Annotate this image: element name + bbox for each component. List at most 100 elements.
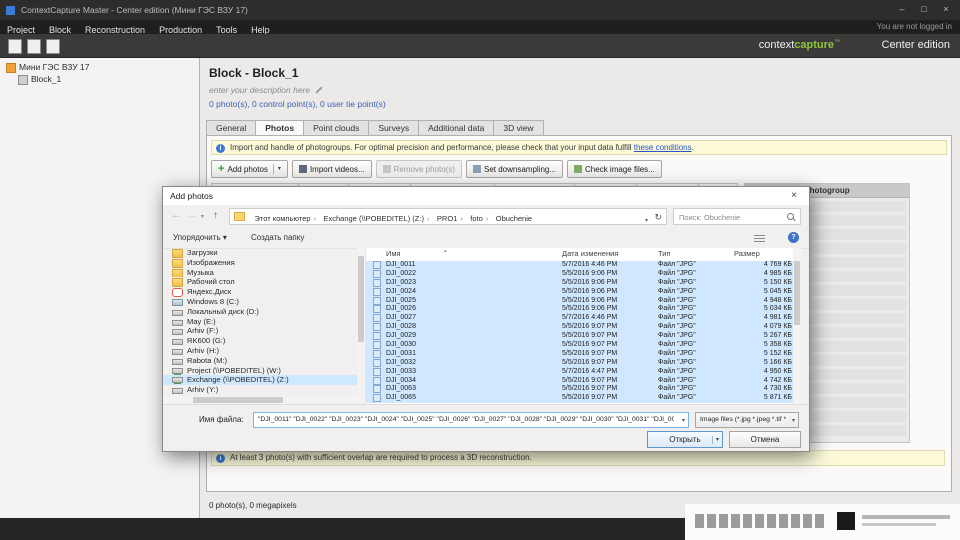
file-row[interactable]: DJI_0063 5/5/2016 9:07 PM Файл "JPG" 4 7… <box>366 385 801 395</box>
minimize-button[interactable]: – <box>892 3 912 17</box>
scrollbar-thumb[interactable] <box>358 256 364 342</box>
organize-button[interactable]: Упорядочить ▾ <box>173 233 227 242</box>
add-photos-menu-caret[interactable]: ▾ <box>272 164 281 174</box>
sidebar-horizontal-scrollbar[interactable] <box>163 396 357 404</box>
sidebar-place-item[interactable]: Exchange (\\POBEDITEL) (Z:) <box>163 375 357 386</box>
breadcrumb-pro1[interactable]: PRO1 <box>435 214 459 223</box>
jpg-file-icon <box>373 296 381 305</box>
file-date: 5/7/2016 4:46 PM <box>562 261 618 268</box>
scrollbar-thumb[interactable] <box>794 261 800 325</box>
file-date: 5/5/2016 9:06 PM <box>562 278 618 286</box>
sidebar-place-item[interactable]: Windows 8 (C:) <box>163 297 357 307</box>
place-icon <box>172 377 183 384</box>
file-type: Файл "JPG" <box>658 323 696 331</box>
file-list-scrollbar[interactable] <box>793 248 801 404</box>
conditions-link[interactable]: these conditions <box>634 143 692 152</box>
open-project-icon[interactable] <box>27 39 41 54</box>
file-row[interactable]: DJI_0030 5/5/2016 9:07 PM Файл "JPG" 5 3… <box>366 341 801 350</box>
login-status-text[interactable]: You are not logged in <box>877 20 952 34</box>
sidebar-place-item[interactable]: Загрузки <box>163 248 357 258</box>
file-row[interactable]: DJI_0026 5/5/2016 9:06 PM Файл "JPG" 5 0… <box>366 305 801 315</box>
description-placeholder[interactable]: enter your description here <box>209 85 323 95</box>
sidebar-place-item[interactable]: Arhiv (F:) <box>163 326 357 336</box>
file-row[interactable]: DJI_0023 5/5/2016 9:06 PM Файл "JPG" 5 1… <box>366 278 801 288</box>
file-row[interactable]: DJI_0065 5/5/2016 9:07 PM Файл "JPG" 5 8… <box>366 394 801 404</box>
dialog-title-bar[interactable]: Add photos × <box>163 187 809 205</box>
file-name: DJI_0023 <box>386 278 416 286</box>
jpg-file-icon <box>373 314 381 323</box>
address-breadcrumb[interactable]: Этот компьютер › Exchange (\\POBEDITEL) (… <box>229 208 667 225</box>
column-type[interactable]: Тип <box>658 249 671 258</box>
sidebar-scrollbar[interactable] <box>357 248 365 404</box>
set-downsampling-button[interactable]: Set downsampling... <box>465 160 564 178</box>
tree-item-block[interactable]: Block_1 <box>0 73 230 85</box>
edit-pencil-icon[interactable] <box>315 86 323 94</box>
file-row[interactable]: DJI_0031 5/5/2016 9:07 PM Файл "JPG" 5 1… <box>366 349 801 359</box>
maximize-button[interactable]: □ <box>914 3 934 17</box>
sidebar-place-item[interactable]: Arhiv (Y:) <box>163 385 357 395</box>
sidebar-place-item[interactable]: Изображения <box>163 258 357 268</box>
file-row[interactable]: DJI_0024 5/5/2016 9:06 PM Файл "JPG" 5 0… <box>366 287 801 297</box>
address-dropdown-icon[interactable]: ▾ <box>645 214 648 224</box>
column-name[interactable]: Имя <box>386 249 401 258</box>
file-row[interactable]: DJI_0034 5/5/2016 9:07 PM Файл "JPG" 4 7… <box>366 376 801 386</box>
sidebar-place-item[interactable]: Arhiv (H:) <box>163 346 357 356</box>
column-size[interactable]: Размер <box>734 249 760 258</box>
check-image-files-button[interactable]: Check image files... <box>567 160 662 178</box>
downsampling-icon <box>472 165 481 173</box>
forward-icon[interactable]: → <box>187 210 197 221</box>
filter-dropdown-icon[interactable]: ▾ <box>792 417 795 424</box>
block-summary-link[interactable]: 0 photo(s), 0 control point(s), 0 user t… <box>209 99 386 109</box>
save-project-icon[interactable] <box>46 39 60 54</box>
sidebar-place-item[interactable]: Яндекс.Диск <box>163 287 357 297</box>
file-row[interactable]: DJI_0028 5/5/2016 9:07 PM Файл "JPG" 4 0… <box>366 323 801 333</box>
breadcrumb-this-pc[interactable]: Этот компьютер <box>252 214 312 223</box>
add-photos-button[interactable]: + Add photos ▾ <box>211 160 288 178</box>
tab-surveys[interactable]: Surveys <box>368 120 419 136</box>
sidebar-place-item[interactable]: Музыка <box>163 268 357 278</box>
open-button[interactable]: Открыть ▾ <box>647 431 723 448</box>
close-button[interactable]: × <box>936 3 956 17</box>
history-caret-icon[interactable]: ▾ <box>201 213 204 220</box>
sidebar-place-item[interactable]: RK600 (G:) <box>163 336 357 346</box>
sidebar-place-item[interactable]: May (E:) <box>163 317 357 327</box>
file-row[interactable]: DJI_0033 5/7/2016 4:47 PM Файл "JPG" 4 9… <box>366 367 801 377</box>
filename-dropdown-icon[interactable]: ▾ <box>682 417 685 424</box>
sidebar-place-item[interactable]: Локальный диск (D:) <box>163 307 357 317</box>
new-project-icon[interactable] <box>8 39 22 54</box>
file-row[interactable]: DJI_0032 5/5/2016 9:07 PM Файл "JPG" 5 1… <box>366 358 801 368</box>
dialog-close-button[interactable]: × <box>779 187 809 205</box>
search-input[interactable] <box>677 210 786 225</box>
file-row[interactable]: DJI_0011 5/7/2016 4:46 PM Файл "JPG" 4 7… <box>366 261 801 270</box>
back-icon[interactable]: ← <box>171 210 181 221</box>
file-row[interactable]: DJI_0025 5/5/2016 9:06 PM Файл "JPG" 4 9… <box>366 296 801 306</box>
tab-photos[interactable]: Photos <box>255 120 304 136</box>
sidebar-place-item[interactable]: Project (\\POBEDITEL) (W:) <box>163 366 357 376</box>
filename-combobox[interactable]: "DJI_0011" "DJI_0022" "DJI_0023" "DJI_00… <box>253 412 689 428</box>
up-icon[interactable]: ↑ <box>213 210 218 221</box>
sidebar-place-item[interactable]: Rabota (M:) <box>163 356 357 366</box>
breadcrumb-foto[interactable]: foto <box>468 214 485 223</box>
file-row[interactable]: DJI_0027 5/7/2016 4:46 PM Файл "JPG" 4 9… <box>366 314 801 324</box>
breadcrumb-exchange[interactable]: Exchange (\\POBEDITEL) (Z:) <box>322 214 426 223</box>
open-button-caret-icon[interactable]: ▾ <box>711 436 719 444</box>
tab-3d-view[interactable]: 3D view <box>493 120 544 136</box>
search-box[interactable] <box>673 208 801 225</box>
cancel-button[interactable]: Отмена <box>729 431 801 448</box>
scrollbar-thumb[interactable] <box>193 397 283 403</box>
tab-additional-data[interactable]: Additional data <box>418 120 494 136</box>
tree-item-project[interactable]: Мини ГЭС ВЗУ 17 <box>0 61 218 73</box>
breadcrumb-obuchenie[interactable]: Obuchenie <box>494 214 534 223</box>
new-folder-button[interactable]: Создать папку <box>251 233 304 242</box>
help-icon[interactable]: ? <box>788 232 799 243</box>
file-type-filter-dropdown[interactable]: Image files (*.jpg *.jpeg *.tif *.ti ▾ <box>695 412 799 428</box>
column-date-modified[interactable]: Дата изменения <box>562 249 618 258</box>
refresh-icon[interactable]: ↻ <box>654 210 662 224</box>
file-row[interactable]: DJI_0029 5/5/2016 9:07 PM Файл "JPG" 5 2… <box>366 332 801 342</box>
sidebar-place-item[interactable]: Рабочий стол <box>163 277 357 288</box>
tab-general[interactable]: General <box>206 120 256 136</box>
view-options-icon[interactable] <box>754 235 765 243</box>
file-row[interactable]: DJI_0022 5/5/2016 9:06 PM Файл "JPG" 4 9… <box>366 269 801 279</box>
import-videos-button[interactable]: Import videos... <box>291 160 372 178</box>
tab-point-clouds[interactable]: Point clouds <box>303 120 369 136</box>
